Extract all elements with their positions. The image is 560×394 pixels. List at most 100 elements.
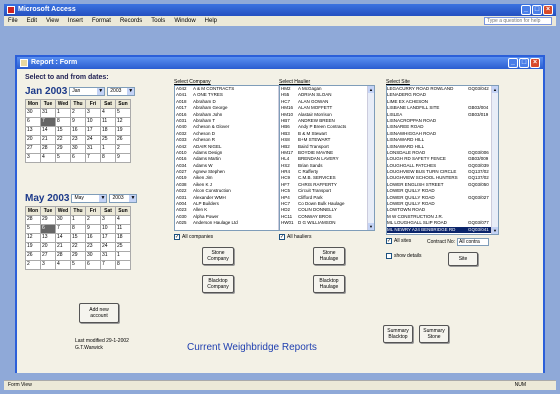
calendar-day[interactable]: 7	[40, 117, 56, 127]
calendar-day[interactable]: 12	[25, 233, 41, 243]
company-listbox[interactable]: A042 A & M CONTRACTS A041 A ONE TYRES A018 Ab…	[174, 85, 286, 231]
calendar-day[interactable]: 7	[100, 260, 116, 270]
maximize-button[interactable]: □	[532, 5, 542, 15]
calendar-day[interactable]: 26	[25, 251, 41, 261]
calendar-day[interactable]: 10	[85, 117, 101, 127]
calendar-day[interactable]: 7	[55, 224, 71, 234]
menu-insert[interactable]: Insert	[68, 18, 83, 24]
calendar-day[interactable]: 6	[25, 117, 41, 127]
menu-format[interactable]: Format	[92, 18, 111, 24]
contract-input[interactable]: All contra	[457, 238, 489, 246]
calendar-day[interactable]: 8	[100, 153, 116, 163]
calendar-day[interactable]: 3	[85, 108, 101, 118]
stone-company-button[interactable]: Stone Company	[202, 247, 234, 265]
menu-tools[interactable]: Tools	[151, 18, 165, 24]
calendar-day[interactable]: 5	[115, 108, 131, 118]
calendar-day[interactable]: 3	[25, 153, 41, 163]
stone-haulage-button[interactable]: Stone Haulage	[313, 247, 345, 265]
menu-view[interactable]: View	[46, 18, 59, 24]
scrollbar[interactable]: ▲▼	[491, 86, 498, 234]
calendar-day[interactable]: 5	[25, 224, 41, 234]
calendar-day[interactable]: 24	[100, 242, 116, 252]
calendar-day[interactable]: 27	[40, 251, 56, 261]
calendar-day[interactable]: 1	[100, 144, 116, 154]
calendar-day[interactable]: 29	[40, 215, 56, 225]
calendar-day[interactable]: 1	[55, 108, 71, 118]
menu-window[interactable]: Window	[174, 18, 195, 24]
calendar-day[interactable]: 20	[40, 242, 56, 252]
calendar-day[interactable]: 2	[25, 260, 41, 270]
calendar-day[interactable]: 30	[70, 144, 86, 154]
calendar-day[interactable]: 2	[115, 144, 131, 154]
all-hauliers-checkbox[interactable]: ✓ All hauliers	[279, 234, 311, 240]
calendar-day[interactable]: 14	[55, 233, 71, 243]
haulier-listbox[interactable]: HM2 A McGagan H55 ADRIAN SLOAN HC7 ALAN GOWAN…	[279, 85, 375, 231]
calendar-day[interactable]: 10	[100, 224, 116, 234]
site-listbox[interactable]: LEGACURRY ROAD ROWLAND GQ03/042 LENADERG R…	[386, 85, 499, 235]
form-maximize-button[interactable]: □	[519, 58, 529, 68]
calendar-day[interactable]: 22	[55, 135, 71, 145]
calendar-day[interactable]: 15	[55, 126, 71, 136]
calendar-day[interactable]: 4	[40, 153, 56, 163]
calendar-day[interactable]: 23	[85, 242, 101, 252]
calendar-day[interactable]: 21	[40, 135, 56, 145]
list-item[interactable]: HW01 D G WILLIAMSON	[280, 220, 374, 226]
cal1-month-select[interactable]: Jan ▼	[69, 87, 106, 96]
list-item[interactable]: A025 Anderson Haulage Ltd	[175, 220, 285, 226]
summary-stone-button[interactable]: Summary Stone	[419, 325, 449, 343]
calendar-day[interactable]: 4	[100, 108, 116, 118]
menu-records[interactable]: Records	[120, 18, 142, 24]
calendar-day[interactable]: 3	[100, 215, 116, 225]
calendar-day[interactable]: 3	[40, 260, 56, 270]
calendar-day[interactable]: 30	[55, 215, 71, 225]
calendar-day[interactable]: 17	[85, 126, 101, 136]
help-question-box[interactable]: Type a question for help	[484, 17, 552, 25]
calendar-day[interactable]: 30	[25, 108, 41, 118]
cal1-year-select[interactable]: 2003 ▼	[107, 87, 136, 96]
calendar-day[interactable]: 25	[100, 135, 116, 145]
calendar-day[interactable]: 31	[85, 144, 101, 154]
calendar-day[interactable]: 8	[115, 260, 131, 270]
calendar-day[interactable]: 29	[70, 251, 86, 261]
calendar-day[interactable]: 4	[55, 260, 71, 270]
summary-blacktop-button[interactable]: Summary Blacktop	[383, 325, 413, 343]
menu-help[interactable]: Help	[205, 18, 217, 24]
calendar-day[interactable]: 19	[115, 126, 131, 136]
menu-edit[interactable]: Edit	[27, 18, 37, 24]
cal2-year-select[interactable]: 2003 ▼	[109, 194, 138, 203]
calendar-day[interactable]: 31	[40, 108, 56, 118]
calendar-day[interactable]: 28	[40, 144, 56, 154]
calendar-day[interactable]: 2	[70, 108, 86, 118]
calendar-day[interactable]: 6	[85, 260, 101, 270]
scroll-up-icon[interactable]: ▲	[492, 86, 498, 93]
calendar-day[interactable]: 25	[115, 242, 131, 252]
calendar-day[interactable]: 11	[115, 224, 131, 234]
menu-file[interactable]: File	[8, 18, 18, 24]
calendar-day[interactable]: 5	[55, 153, 71, 163]
cal2-month-select[interactable]: May ▼	[71, 194, 108, 203]
close-button[interactable]: ×	[543, 5, 553, 15]
scroll-down-icon[interactable]: ▼	[492, 227, 498, 234]
calendar-day[interactable]: 28	[55, 251, 71, 261]
calendar-day[interactable]: 6	[40, 224, 56, 234]
calendar-day[interactable]: 19	[25, 242, 41, 252]
calendar-day[interactable]: 8	[70, 224, 86, 234]
blacktop-haulage-button[interactable]: Blacktop Haulage	[313, 275, 345, 293]
site-button[interactable]: Site	[448, 252, 478, 266]
minimize-button[interactable]: _	[521, 5, 531, 15]
all-sites-checkbox[interactable]: ✓ All sites	[386, 238, 411, 244]
calendar-day[interactable]: 16	[70, 126, 86, 136]
calendar-day[interactable]: 5	[70, 260, 86, 270]
all-companies-checkbox[interactable]: ✓ All companies	[174, 234, 213, 240]
calendar-day[interactable]: 22	[70, 242, 86, 252]
calendar-day[interactable]: 14	[40, 126, 56, 136]
calendar-day[interactable]: 13	[25, 126, 41, 136]
calendar-day[interactable]: 30	[85, 251, 101, 261]
add-account-button[interactable]: Add new account	[79, 303, 119, 323]
calendar-day[interactable]: 24	[85, 135, 101, 145]
calendar-day[interactable]: 16	[85, 233, 101, 243]
calendar-day[interactable]: 9	[115, 153, 131, 163]
calendar-day[interactable]: 15	[70, 233, 86, 243]
calendar-day[interactable]: 18	[100, 126, 116, 136]
calendar-day[interactable]: 11	[100, 117, 116, 127]
